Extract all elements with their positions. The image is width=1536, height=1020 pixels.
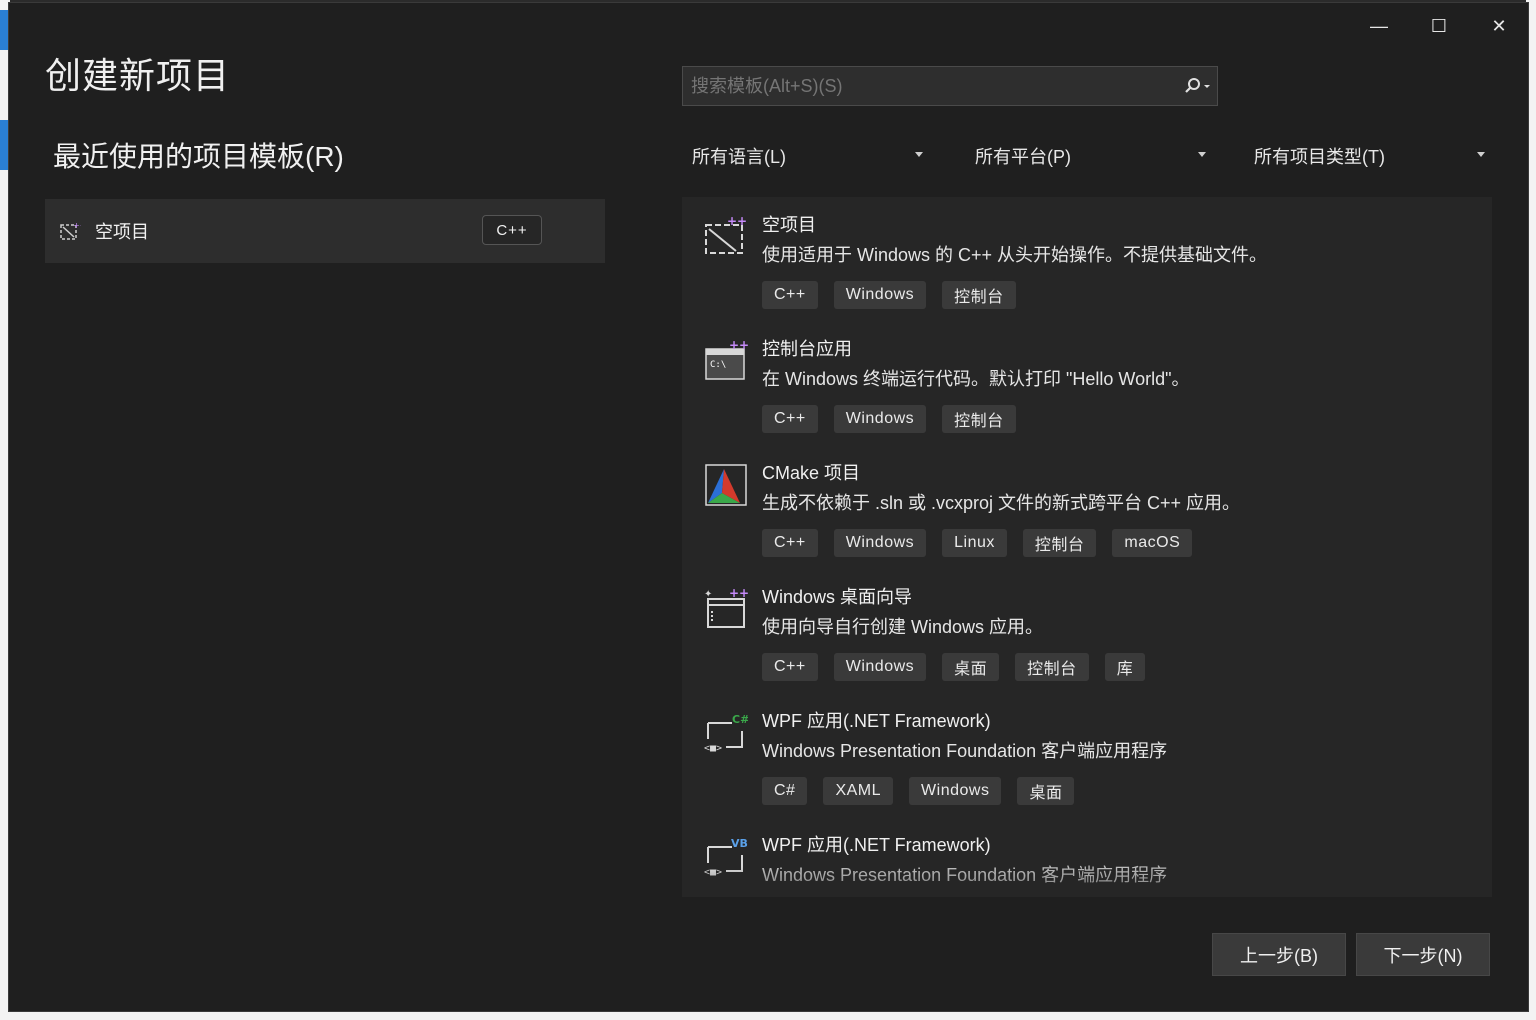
minimize-button[interactable]: —: [1357, 11, 1401, 41]
template-name: Windows 桌面向导: [762, 587, 913, 607]
template-tag: Windows: [833, 529, 927, 557]
template-tag: 库: [1104, 653, 1146, 681]
background-app-bottom: [0, 1012, 1536, 1020]
template-item-cmake-project[interactable]: CMake 项目 生成不依赖于 .sln 或 .vcxproj 文件的新式跨平台…: [682, 445, 1492, 569]
template-tag: 控制台: [942, 281, 1016, 309]
language-filter-dropdown[interactable]: 所有语言(L): [692, 139, 932, 173]
template-description: Windows Presentation Foundation 客户端应用程序: [762, 741, 1168, 761]
project-type-filter-label: 所有项目类型(T): [1254, 147, 1385, 167]
language-filter-label: 所有语言(L): [692, 147, 786, 167]
svg-text:++: ++: [73, 221, 81, 230]
template-tag: Windows: [833, 405, 927, 433]
template-name: WPF 应用(.NET Framework): [762, 711, 991, 731]
dialog-title: 创建新项目: [45, 55, 231, 96]
background-accent: [0, 120, 8, 170]
svg-text:VB: VB: [731, 837, 748, 850]
svg-text:C:\: C:\: [710, 360, 726, 370]
template-tag: Windows: [833, 653, 927, 681]
chevron-down-icon: [1477, 152, 1485, 157]
template-item-wpf-csharp[interactable]: <■> C# WPF 应用(.NET Framework) Windows Pr…: [682, 693, 1492, 817]
back-button[interactable]: 上一步(B): [1212, 933, 1346, 976]
wpf-csharp-icon: <■> C#: [704, 713, 748, 754]
template-tags: C++ Windows 桌面 控制台 库: [762, 653, 1146, 681]
template-tag: macOS: [1112, 529, 1193, 557]
platform-filter-dropdown[interactable]: 所有平台(P): [975, 139, 1215, 173]
template-tags: C++ Windows 控制台: [762, 281, 1016, 309]
template-tag: 控制台: [1022, 529, 1097, 557]
svg-text:<■>: <■>: [704, 867, 722, 878]
template-name: CMake 项目: [762, 463, 861, 483]
template-description: Windows Presentation Foundation 客户端应用程序: [762, 865, 1168, 885]
desktop-wizard-icon: ✦ ++: [704, 586, 748, 628]
template-item-wpf-vb[interactable]: <■> VB WPF 应用(.NET Framework) Windows Pr…: [682, 817, 1492, 897]
recent-template-language-tag: C++: [482, 215, 542, 245]
template-description: 在 Windows 终端运行代码。默认打印 "Hello World"。: [762, 369, 1190, 389]
template-tag: 桌面: [1017, 777, 1075, 805]
template-description: 使用适用于 Windows 的 C++ 从头开始操作。不提供基础文件。: [762, 245, 1268, 265]
template-list[interactable]: ++ 空项目 使用适用于 Windows 的 C++ 从头开始操作。不提供基础文…: [682, 197, 1492, 897]
svg-text:++: ++: [729, 586, 748, 600]
template-tag: 控制台: [1015, 653, 1089, 681]
template-name: 控制台应用: [762, 339, 852, 359]
template-item-empty-project[interactable]: ++ 空项目 使用适用于 Windows 的 C++ 从头开始操作。不提供基础文…: [682, 197, 1492, 321]
wpf-vb-icon: <■> VB: [704, 837, 748, 878]
maximize-button[interactable]: ☐: [1417, 11, 1461, 41]
create-new-project-dialog: — ☐ ✕ 创建新项目 最近使用的项目模板(R) ++ 空项目 C++ 所有语言…: [8, 2, 1529, 1012]
template-item-windows-desktop-wizard[interactable]: ✦ ++ Windows 桌面向导 使用向导自行创建 Windows 应用。 C…: [682, 569, 1492, 693]
chevron-down-icon: [915, 152, 923, 157]
template-tag: XAML: [823, 777, 894, 805]
empty-project-icon: ++: [60, 221, 81, 240]
recent-template-item[interactable]: ++ 空项目 C++: [45, 199, 605, 263]
recent-templates-heading: 最近使用的项目模板(R): [53, 141, 344, 172]
template-tag: C++: [762, 529, 818, 557]
close-button[interactable]: ✕: [1477, 11, 1521, 41]
template-description: 使用向导自行创建 Windows 应用。: [762, 617, 1044, 637]
template-item-console-app[interactable]: C:\ ++ 控制台应用 在 Windows 终端运行代码。默认打印 "Hell…: [682, 321, 1492, 445]
template-tag: Linux: [942, 529, 1007, 557]
template-name: 空项目: [762, 215, 816, 235]
svg-text:<■>: <■>: [704, 743, 722, 754]
template-tag: C++: [762, 281, 818, 309]
template-search-box[interactable]: [682, 66, 1218, 106]
svg-text:C#: C#: [732, 713, 748, 726]
console-app-icon: C:\ ++: [705, 338, 748, 380]
template-tag: 桌面: [942, 653, 1000, 681]
template-tag: C#: [762, 777, 808, 805]
project-type-filter-dropdown[interactable]: 所有项目类型(T): [1254, 139, 1494, 173]
recent-template-name: 空项目: [95, 222, 149, 242]
template-tag: C++: [762, 653, 818, 681]
template-tag: 控制台: [942, 405, 1016, 433]
template-tag: Windows: [833, 281, 927, 309]
template-tags: C++ Windows 控制台: [762, 405, 1016, 433]
template-search-input[interactable]: [683, 74, 1177, 98]
svg-text:++: ++: [727, 214, 747, 228]
template-tag: C++: [762, 405, 818, 433]
search-icon[interactable]: [1177, 67, 1217, 105]
template-name: WPF 应用(.NET Framework): [762, 835, 991, 855]
template-tags: C# XAML Windows 桌面: [762, 777, 1075, 805]
template-tags: C++ Windows Linux 控制台 macOS: [762, 529, 1193, 557]
template-description: 生成不依赖于 .sln 或 .vcxproj 文件的新式跨平台 C++ 应用。: [762, 493, 1241, 513]
template-tag: Windows: [909, 777, 1002, 805]
next-button[interactable]: 下一步(N): [1356, 933, 1490, 976]
background-accent: [0, 10, 8, 50]
svg-text:++: ++: [729, 338, 748, 352]
svg-text:✦: ✦: [704, 589, 712, 600]
platform-filter-label: 所有平台(P): [975, 147, 1071, 167]
cmake-icon: [705, 464, 747, 506]
empty-project-icon: ++: [705, 214, 747, 254]
chevron-down-icon: [1198, 152, 1206, 157]
